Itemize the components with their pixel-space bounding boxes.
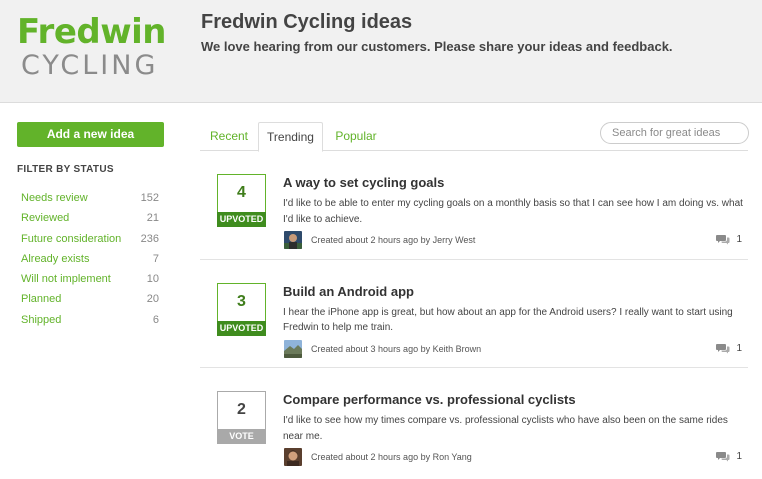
comment-bubbles-icon [716, 343, 730, 353]
add-new-idea-button[interactable]: Add a new idea [17, 122, 164, 147]
filter-label: Shipped [21, 313, 62, 326]
vote-button[interactable]: 3 UPVOTED [217, 282, 266, 336]
avatar [284, 448, 302, 466]
comment-bubbles-icon [716, 452, 730, 462]
comment-count: 1 [736, 234, 742, 245]
filter-will-not-implement[interactable]: Will not implement 10 [21, 273, 159, 293]
idea-card: 2 VOTE Compare performance vs. professio… [200, 368, 748, 477]
filter-label: Future consideration [21, 232, 122, 245]
vote-count: 3 [237, 292, 246, 310]
filter-label: Will not implement [21, 273, 111, 286]
page-subtitle: We love hearing from our customers. Plea… [201, 39, 673, 54]
idea-created-info: Created about 2 hours ago by Ron Yang [311, 452, 472, 462]
avatar [284, 231, 302, 249]
idea-meta: Created about 2 hours ago by Jerry West [284, 231, 475, 249]
filter-count: 20 [146, 293, 159, 306]
comment-count: 1 [736, 342, 742, 354]
filter-count: 6 [152, 313, 159, 326]
filter-label: Reviewed [21, 212, 70, 225]
filter-count: 7 [152, 252, 159, 265]
filter-already-exists[interactable]: Already exists 7 [21, 253, 159, 273]
tab-popular[interactable]: Popular [327, 122, 385, 152]
filter-count: 152 [140, 192, 159, 204]
avatar [284, 339, 302, 358]
page-title: Fredwin Cycling ideas [201, 11, 413, 33]
filter-planned[interactable]: Planned 20 [21, 293, 159, 313]
filter-heading: FILTER BY STATUS [17, 164, 114, 175]
idea-meta: Created about 3 hours ago by Keith Brown [284, 339, 482, 358]
idea-card: 3 UPVOTED Build an Android app I hear th… [200, 260, 748, 368]
idea-description: I'd like to see how my times compare vs.… [283, 415, 728, 442]
vote-count: 2 [237, 401, 246, 418]
comment-bubbles-icon [716, 235, 730, 245]
logo-subwordmark: CYCLING [21, 50, 159, 81]
status-filter-list: Needs review 152 Reviewed 21 Future cons… [21, 192, 159, 334]
vote-button[interactable]: 2 VOTE [217, 391, 266, 444]
filter-shipped[interactable]: Shipped 6 [21, 314, 159, 334]
logo-wordmark: Fredwin [17, 12, 167, 52]
idea-created-info: Created about 3 hours ago by Keith Brown [311, 343, 482, 354]
filter-future-consideration[interactable]: Future consideration 236 [21, 233, 159, 253]
idea-card: 4 UPVOTED A way to set cycling goals I'd… [200, 151, 748, 260]
filter-label: Already exists [21, 252, 90, 265]
filter-count: 236 [140, 232, 159, 245]
idea-description: I hear the iPhone app is great, but how … [283, 306, 733, 334]
idea-meta: Created about 2 hours ago by Ron Yang [284, 448, 472, 466]
comments-link[interactable]: 1 [716, 343, 742, 354]
filter-count: 21 [146, 212, 159, 225]
vote-status-label: UPVOTED [217, 212, 266, 227]
comment-count: 1 [736, 451, 742, 462]
comments-link[interactable]: 1 [716, 451, 742, 462]
vote-status-label: UPVOTED [217, 320, 266, 336]
fredwin-cycling-logo[interactable]: Fredwin CYCLING [17, 14, 167, 82]
idea-title[interactable]: Build an Android app [283, 284, 414, 299]
vote-button[interactable]: 4 UPVOTED [217, 174, 266, 227]
search-input[interactable] [600, 122, 749, 144]
ideas-list: 4 UPVOTED A way to set cycling goals I'd… [200, 151, 748, 477]
filter-reviewed[interactable]: Reviewed 21 [21, 212, 159, 232]
idea-created-info: Created about 2 hours ago by Jerry West [311, 235, 476, 245]
comments-link[interactable]: 1 [716, 234, 742, 245]
page-header: Fredwin CYCLING Fredwin Cycling ideas We… [0, 0, 762, 103]
idea-description: I'd like to be able to enter my cycling … [283, 198, 743, 225]
tab-recent[interactable]: Recent [200, 122, 258, 152]
filter-label: Needs review [21, 192, 88, 204]
tab-trending[interactable]: Trending [258, 122, 323, 152]
idea-title[interactable]: A way to set cycling goals [283, 175, 444, 190]
idea-title[interactable]: Compare performance vs. professional cyc… [283, 392, 576, 407]
vote-count: 4 [237, 184, 246, 201]
vote-status-label: VOTE [217, 429, 266, 444]
filter-needs-review[interactable]: Needs review 152 [21, 192, 159, 212]
filter-label: Planned [21, 293, 62, 306]
filter-count: 10 [146, 273, 159, 286]
